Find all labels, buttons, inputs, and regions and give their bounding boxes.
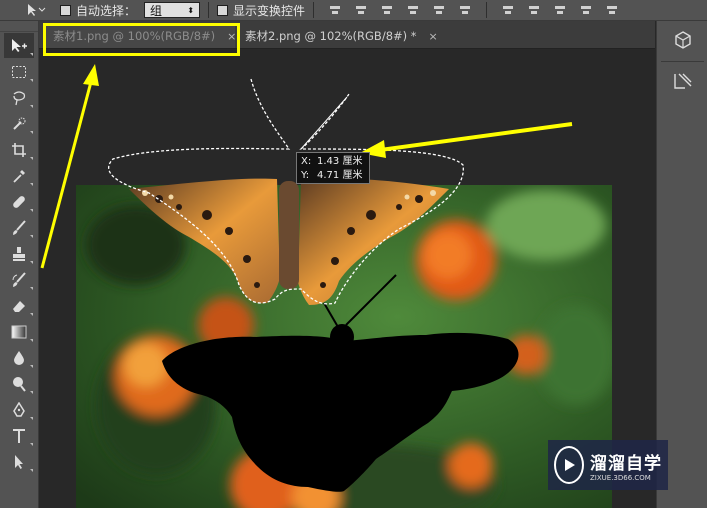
x-value: 1.43 厘米: [317, 156, 363, 167]
panel-grip[interactable]: [0, 21, 38, 32]
watermark-logo: 溜溜自学 ZIXUE.3D66.COM: [548, 440, 668, 490]
divider: [661, 61, 704, 62]
tools-panel: [0, 21, 39, 508]
distribute-left-icon[interactable]: [579, 3, 593, 17]
tab-label: 素材2.png @ 102%(RGB/8#) *: [245, 29, 417, 43]
path-select-tool-icon[interactable]: [4, 449, 34, 474]
distribute-vcenter-icon[interactable]: [527, 3, 541, 17]
properties-panel-icon[interactable]: [668, 68, 698, 94]
3d-panel-icon[interactable]: [668, 27, 698, 53]
distribute-bottom-icon[interactable]: [553, 3, 567, 17]
play-icon: [554, 446, 584, 484]
right-panel-dock: [656, 21, 707, 508]
watermark-title: 溜溜自学: [590, 453, 662, 474]
tab-document-2[interactable]: 素材2.png @ 102%(RGB/8#) * ×: [237, 24, 438, 48]
move-tool-preset[interactable]: [0, 0, 60, 20]
show-transform-label: 显示变换控件: [233, 3, 306, 18]
distribute-top-icon[interactable]: [501, 3, 515, 17]
align-hcenter-icon[interactable]: [432, 3, 446, 17]
align-vcenter-icon[interactable]: [354, 3, 368, 17]
healing-brush-tool-icon[interactable]: [4, 189, 34, 214]
dodge-tool-icon[interactable]: [4, 371, 34, 396]
divider: [313, 2, 315, 18]
quick-select-tool-icon[interactable]: [4, 111, 34, 136]
type-tool-icon[interactable]: [4, 423, 34, 448]
show-transform-checkbox[interactable]: [217, 4, 229, 16]
move-arrow-icon: [28, 4, 46, 16]
distribute-hcenter-icon[interactable]: [605, 3, 619, 17]
brush-tool-icon[interactable]: [4, 215, 34, 240]
options-bar: 自动选择： 组 ⬍ 显示变换控件: [0, 0, 707, 21]
highlight-box: [43, 23, 240, 56]
auto-select-dropdown[interactable]: 组 ⬍: [144, 2, 201, 18]
eyedropper-tool-icon[interactable]: [4, 163, 34, 188]
move-coordinates-tooltip: X: 1.43 厘米 Y: 4.71 厘米: [296, 152, 370, 184]
x-label: X:: [301, 156, 312, 167]
align-left-icon[interactable]: [406, 3, 420, 17]
pen-tool-icon[interactable]: [4, 397, 34, 422]
crop-tool-icon[interactable]: [4, 137, 34, 162]
align-top-icon[interactable]: [328, 3, 342, 17]
y-label: Y:: [301, 170, 310, 181]
updown-icon: ⬍: [187, 5, 195, 15]
align-bottom-icon[interactable]: [380, 3, 394, 17]
divider: [486, 2, 488, 18]
marquee-tool-icon[interactable]: [4, 59, 34, 84]
auto-select-checkbox[interactable]: [60, 4, 71, 16]
clone-stamp-tool-icon[interactable]: [4, 241, 34, 266]
auto-select-label: 自动选择：: [76, 3, 137, 18]
move-tool-icon[interactable]: [4, 33, 34, 58]
align-right-icon[interactable]: [458, 3, 472, 17]
blur-tool-icon[interactable]: [4, 345, 34, 370]
close-icon[interactable]: ×: [429, 30, 438, 43]
divider: [208, 2, 210, 18]
butterfly-wings: [129, 178, 449, 305]
eraser-tool-icon[interactable]: [4, 293, 34, 318]
gradient-tool-icon[interactable]: [4, 319, 34, 344]
align-buttons: [322, 2, 625, 18]
history-brush-tool-icon[interactable]: [4, 267, 34, 292]
lasso-tool-icon[interactable]: [4, 85, 34, 110]
watermark-subtitle: ZIXUE.3D66.COM: [590, 473, 651, 482]
y-value: 4.71 厘米: [317, 170, 363, 181]
auto-select-value: 组: [150, 3, 163, 18]
